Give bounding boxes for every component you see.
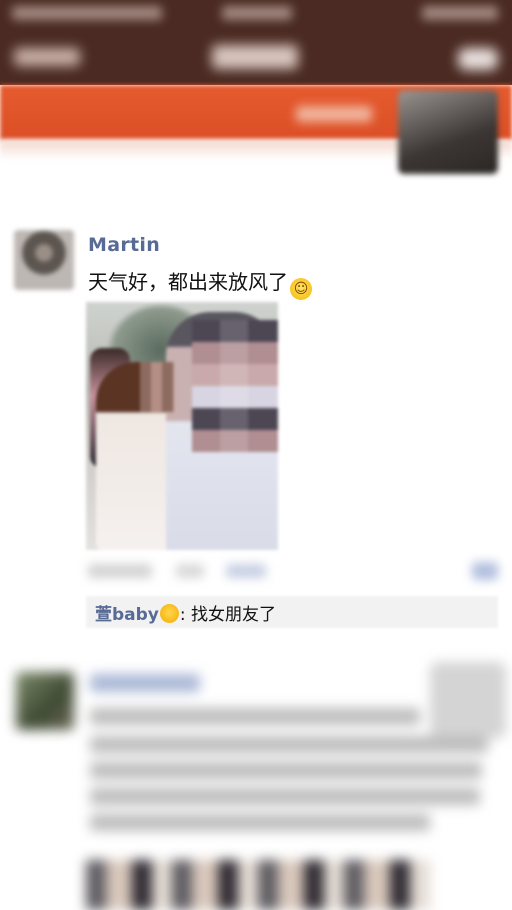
post-text-line	[90, 708, 420, 725]
delete-link[interactable]	[176, 564, 204, 578]
post-text-line	[90, 762, 482, 779]
post-text-line	[90, 736, 488, 753]
comment-text: 找女朋友了	[191, 605, 277, 625]
author-name[interactable]: Martin	[88, 234, 160, 256]
comment-separator: :	[179, 605, 192, 625]
post-text-content: 天气好，都出来放风了	[88, 270, 288, 294]
post-timestamp	[88, 564, 152, 578]
camera-icon[interactable]	[458, 48, 498, 70]
author-avatar[interactable]	[14, 230, 74, 290]
post-thumbnail[interactable]	[430, 662, 506, 738]
smile-emoji-icon	[159, 604, 179, 623]
comment[interactable]: 萱baby: 找女朋友了	[95, 600, 276, 625]
next-post	[0, 660, 512, 910]
cover-avatar[interactable]	[398, 90, 498, 174]
post-text-line	[90, 788, 480, 805]
top-bar	[0, 0, 512, 85]
face-mosaic	[192, 320, 278, 452]
post-image-strip[interactable]	[86, 860, 430, 910]
status-bar	[0, 0, 512, 30]
post-meta-row	[86, 560, 498, 584]
navigation-bar	[0, 38, 512, 78]
post-text-line	[90, 814, 430, 831]
author-name[interactable]	[90, 674, 200, 692]
location-link[interactable]	[226, 564, 266, 578]
post-photo[interactable]	[86, 302, 278, 550]
page-title	[212, 45, 298, 69]
author-avatar[interactable]	[16, 672, 74, 730]
cover-username	[296, 106, 372, 122]
more-options-icon[interactable]	[472, 562, 498, 580]
face-mosaic	[140, 362, 174, 412]
back-button[interactable]	[14, 48, 80, 66]
comment-author[interactable]: 萱baby	[95, 605, 159, 625]
grin-emoji-icon: ☺	[290, 278, 312, 300]
post-text: 天气好，都出来放风了 ☺	[88, 266, 312, 300]
